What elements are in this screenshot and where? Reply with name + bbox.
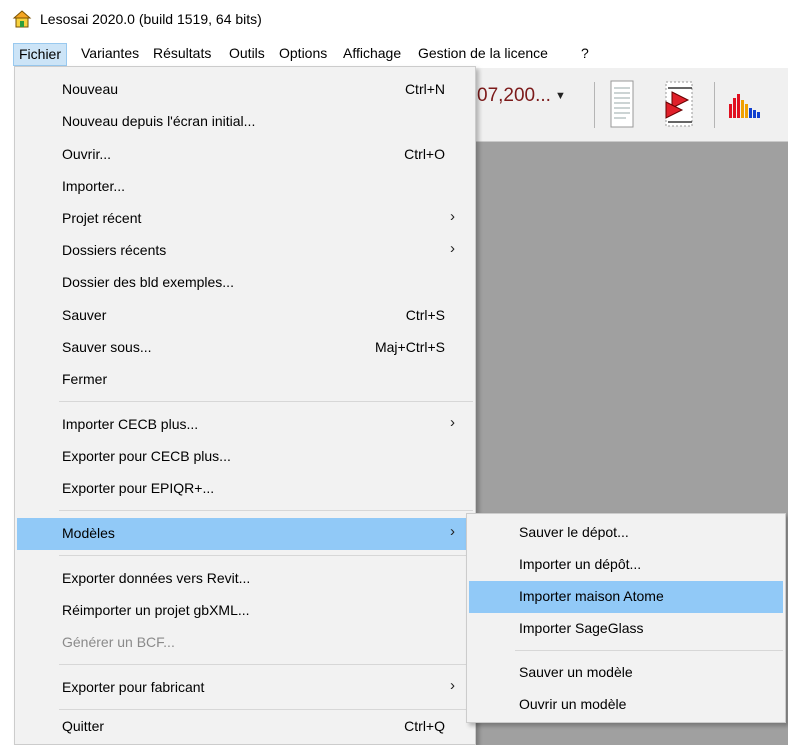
- menu-item-exporter-fabricant[interactable]: Exporter pour fabricant ›: [17, 672, 473, 704]
- shortcut-label: Ctrl+Q: [404, 718, 445, 734]
- submenu-item-sauver-depot[interactable]: Sauver le dépot...: [469, 517, 783, 549]
- shortcut-label: Maj+Ctrl+S: [374, 339, 445, 355]
- menu-item-projet-recent[interactable]: Projet récent ›: [17, 203, 473, 235]
- submenu-item-ouvrir-modele[interactable]: Ouvrir un modèle: [469, 689, 783, 721]
- menu-item-modeles[interactable]: Modèles ›: [17, 518, 473, 550]
- menu-gestion-licence[interactable]: Gestion de la licence: [413, 43, 553, 66]
- menu-item-exporter-epiqr[interactable]: Exporter pour EPIQR+...: [17, 473, 473, 505]
- menu-separator: [59, 510, 473, 511]
- chevron-right-icon: ›: [450, 208, 455, 225]
- variant-combobox[interactable]: 07,200... ▼: [477, 85, 566, 107]
- fichier-dropdown-menu: Nouveau Ctrl+N Nouveau depuis l'écran in…: [14, 66, 476, 745]
- modeles-submenu: Sauver le dépot... Importer un dépôt... …: [466, 513, 786, 723]
- toolbar-separator: [714, 82, 715, 128]
- shortcut-label: Ctrl+O: [404, 146, 445, 162]
- menu-separator: [59, 401, 473, 402]
- submenu-item-importer-sageglass[interactable]: Importer SageGlass: [469, 613, 783, 645]
- menu-item-reimporter-gbxml[interactable]: Réimporter un projet gbXML...: [17, 595, 473, 627]
- menu-item-dossier-exemples[interactable]: Dossier des bld exemples...: [17, 267, 473, 299]
- menu-item-exporter-cecb[interactable]: Exporter pour CECB plus...: [17, 441, 473, 473]
- menu-item-importer[interactable]: Importer...: [17, 171, 473, 203]
- shortcut-label: Ctrl+N: [404, 81, 445, 97]
- menu-affichage[interactable]: Affichage: [338, 43, 406, 66]
- menu-fichier[interactable]: Fichier: [13, 43, 68, 66]
- menu-resultats[interactable]: Résultats: [148, 43, 216, 66]
- menu-item-quitter[interactable]: Quitter Ctrl+Q: [17, 711, 473, 743]
- red-arrows-icon[interactable]: [662, 78, 698, 133]
- menu-options[interactable]: Options: [274, 43, 332, 66]
- window-title: Lesosai 2020.0 (build 1519, 64 bits): [40, 11, 262, 27]
- menu-item-dossiers-recents[interactable]: Dossiers récents ›: [17, 235, 473, 267]
- menu-bar: Fichier Variantes Résultats Outils Optio…: [0, 40, 788, 68]
- menu-separator: [59, 664, 473, 665]
- menu-separator: [59, 555, 473, 556]
- chevron-right-icon: ›: [450, 523, 455, 540]
- menu-item-nouveau-depuis-ecran[interactable]: Nouveau depuis l'écran initial...: [17, 106, 473, 138]
- combo-value: 07,200...: [477, 85, 551, 106]
- menu-separator: [59, 709, 473, 710]
- report-icon[interactable]: [608, 78, 636, 133]
- toolbar-separator: [594, 82, 595, 128]
- title-bar: Lesosai 2020.0 (build 1519, 64 bits): [0, 0, 788, 40]
- menu-variantes[interactable]: Variantes: [76, 43, 144, 66]
- menu-item-exporter-revit[interactable]: Exporter données vers Revit...: [17, 563, 473, 595]
- menu-item-nouveau[interactable]: Nouveau Ctrl+N: [17, 74, 473, 106]
- menu-item-sauver-sous[interactable]: Sauver sous... Maj+Ctrl+S: [17, 332, 473, 364]
- menu-outils[interactable]: Outils: [224, 43, 270, 66]
- toolbar: 07,200... ▼: [472, 68, 788, 142]
- menu-item-importer-cecb[interactable]: Importer CECB plus... ›: [17, 409, 473, 441]
- menu-item-ouvrir[interactable]: Ouvrir... Ctrl+O: [17, 139, 473, 171]
- chevron-down-icon[interactable]: ▼: [555, 90, 566, 102]
- bar-chart-icon[interactable]: [727, 90, 767, 123]
- chevron-right-icon: ›: [450, 240, 455, 257]
- chevron-right-icon: ›: [450, 677, 455, 694]
- menu-item-generer-bcf: Générer un BCF...: [62, 634, 175, 650]
- submenu-item-importer-depot[interactable]: Importer un dépôt...: [469, 549, 783, 581]
- menu-item-fermer[interactable]: Fermer: [17, 364, 473, 396]
- chevron-right-icon: ›: [450, 414, 455, 431]
- menu-help[interactable]: ?: [576, 43, 594, 66]
- shortcut-label: Ctrl+S: [405, 307, 445, 323]
- submenu-item-sauver-modele[interactable]: Sauver un modèle: [469, 657, 783, 689]
- menu-separator: [515, 650, 783, 651]
- menu-item-sauver[interactable]: Sauver Ctrl+S: [17, 300, 473, 332]
- submenu-item-importer-maison-atome[interactable]: Importer maison Atome: [469, 581, 783, 613]
- house-app-icon: [12, 9, 32, 29]
